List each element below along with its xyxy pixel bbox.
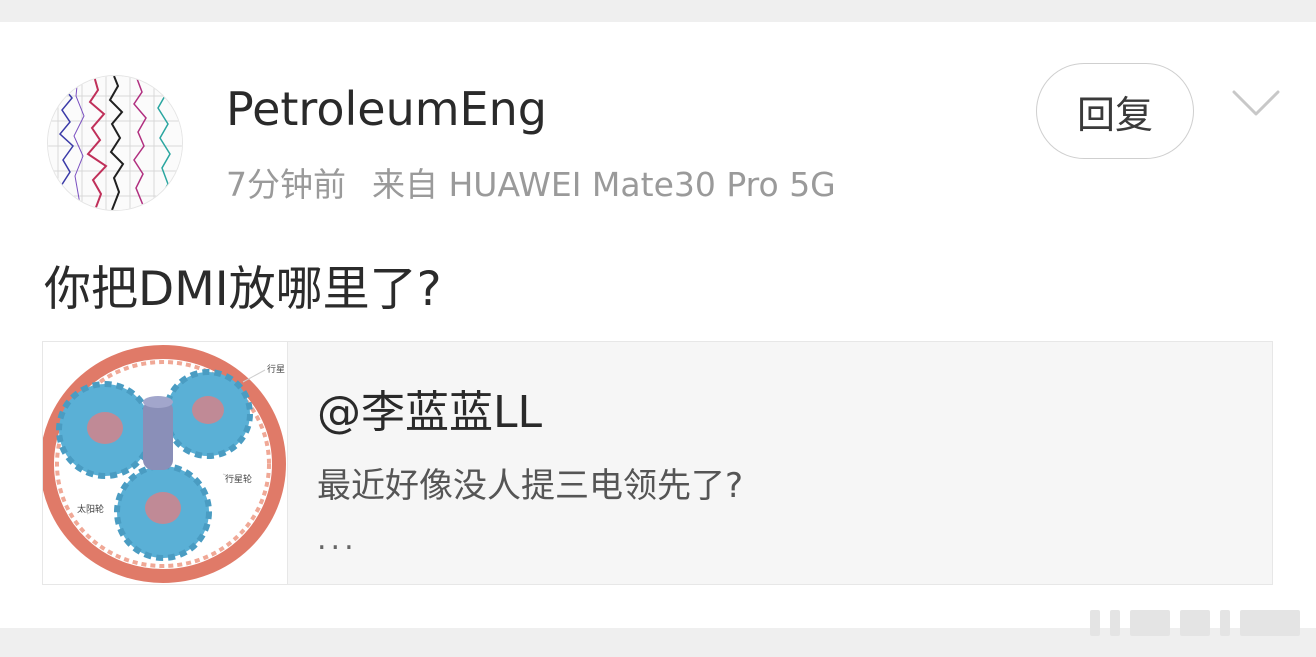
quoted-text: 最近好像没人提三电领先了? [317,466,744,506]
well-log-avatar-image [48,76,182,210]
thumb-label-3: 太阳轮 [77,503,104,515]
reply-button[interactable]: 回复 [1036,63,1194,159]
comment-card: PetroleumEng 7分钟前 来自 HUAWEI Mate30 Pro 5G… [0,22,1316,628]
avatar[interactable] [47,75,183,211]
username[interactable]: PetroleumEng [226,82,547,136]
quoted-user[interactable]: @李蓝蓝LL [317,376,542,440]
planetary-gear-image: 行星 行星轮 太阳轮 [43,342,287,584]
watermark [1090,610,1300,636]
post-source: 来自 HUAWEI Mate30 Pro 5G [372,165,836,204]
post-time: 7分钟前 [226,165,346,204]
post-meta: 7分钟前 来自 HUAWEI Mate30 Pro 5G [226,158,836,206]
comment-text: 你把DMI放哪里了? [44,262,442,317]
quoted-post-thumbnail[interactable]: 行星 行星轮 太阳轮 [43,342,288,584]
quoted-post[interactable]: 行星 行星轮 太阳轮 @李蓝蓝LL 最近好像没人提三电领先了? ... [42,341,1273,585]
thumb-label-2: 行星轮 [225,473,252,485]
chevron-down-icon[interactable] [1226,84,1286,124]
quoted-ellipsis: ... [317,522,358,557]
thumb-label-1: 行星 [267,363,285,375]
